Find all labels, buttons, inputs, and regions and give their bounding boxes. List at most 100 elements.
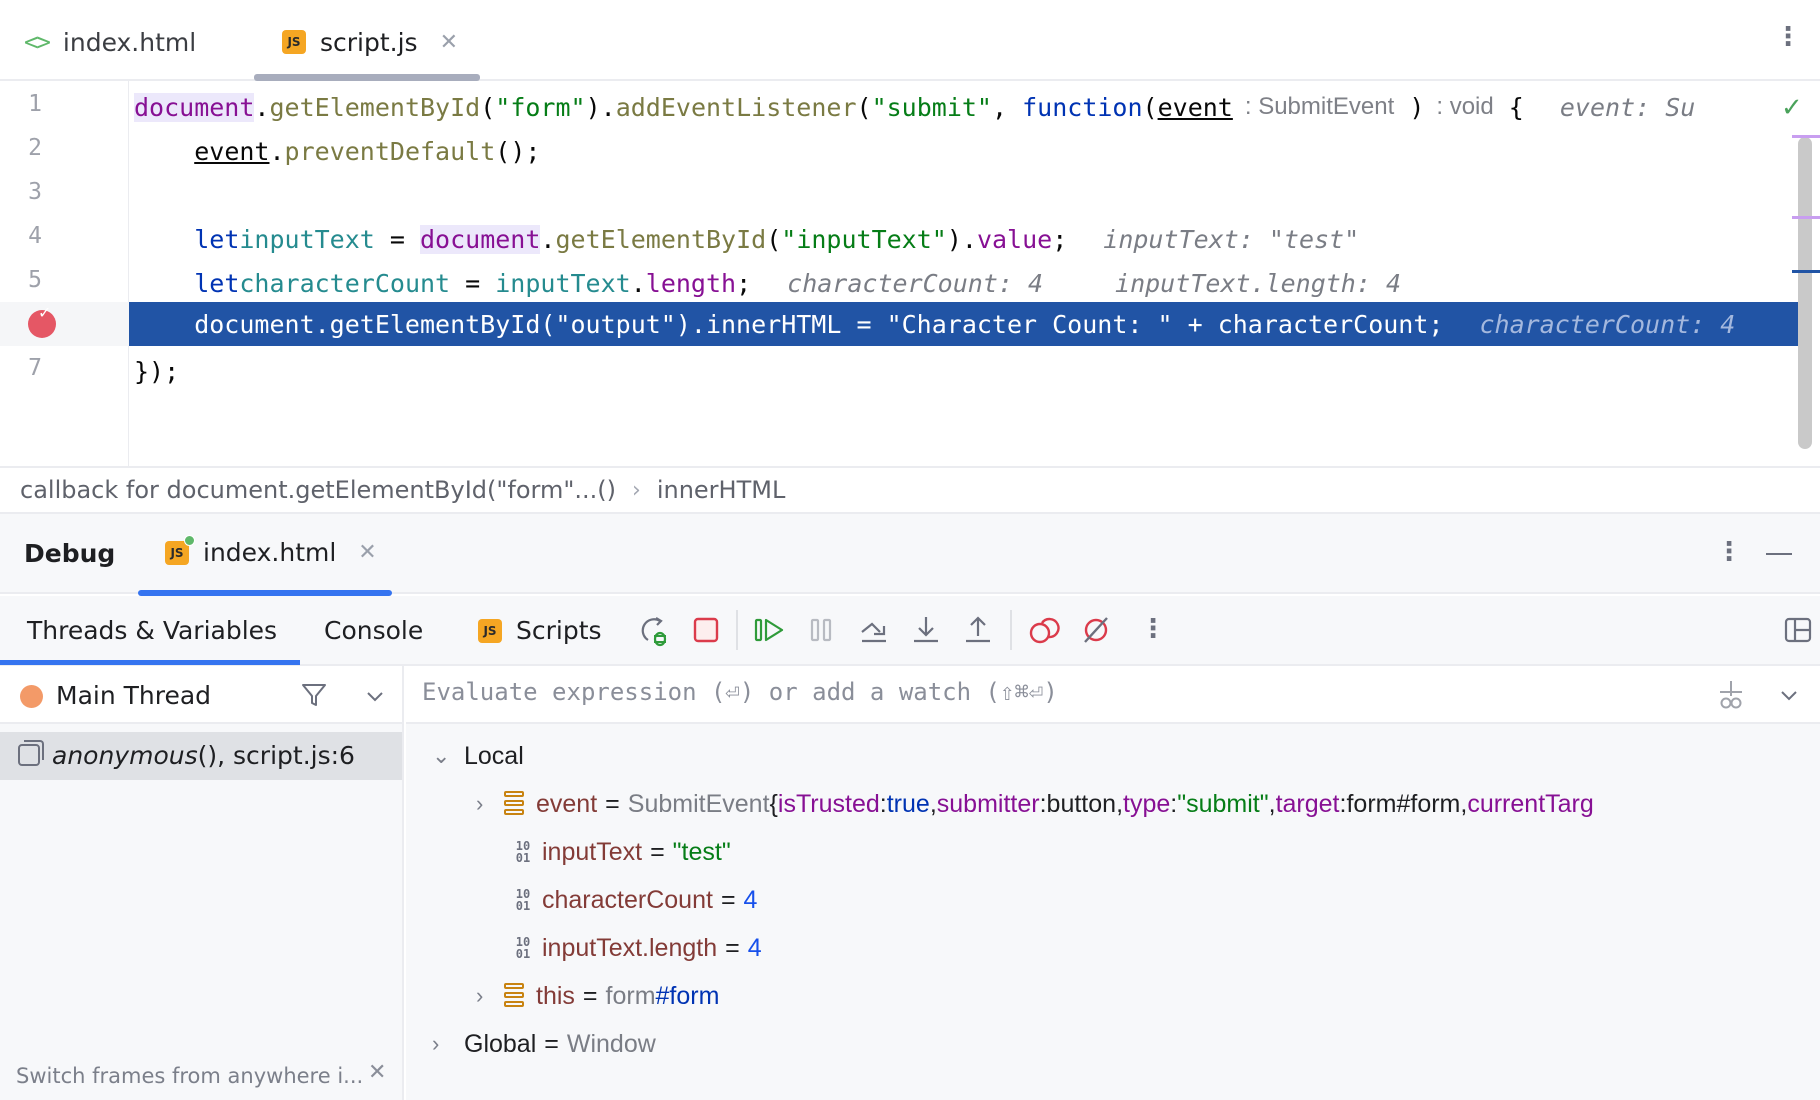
scroll-marker [1792,135,1820,138]
tab-index-html[interactable]: <> index.html [24,22,196,62]
stop-icon[interactable] [688,612,724,648]
primitive-icon: 10 01 [515,887,531,913]
tab-console[interactable]: Console [324,616,423,645]
object-icon [504,983,524,1009]
step-out-icon[interactable] [960,612,996,648]
editor-scrollbar[interactable] [1798,137,1812,449]
pause-icon[interactable] [804,612,840,648]
var-name: event [536,789,598,818]
token: , [992,92,1023,122]
editor-more-icon[interactable]: ⋮ [1775,24,1801,50]
scope-global[interactable]: › Global = Window [432,1024,656,1064]
token: . [269,136,285,166]
tab-threads-variables[interactable]: Threads & Variables [27,616,277,645]
token: ( [480,92,496,122]
frame-icon [18,740,44,766]
token: inputText [239,224,375,254]
filter-icon[interactable] [300,681,328,709]
tab-label: Console [324,616,424,645]
resume-icon[interactable] [752,612,788,648]
active-tab-indicator [0,660,300,665]
token: ; [1052,224,1068,254]
step-over-icon[interactable] [856,612,892,648]
variable-this[interactable]: › this = form #form [476,976,719,1016]
chevron-right-icon[interactable]: › [476,983,504,1009]
breadcrumb-item[interactable]: callback for document.getElementById("fo… [20,476,616,504]
variable-characterCount[interactable]: 10 01 characterCount = 4 [512,880,758,920]
var-name: inputText.length [542,933,718,962]
token: ( [1142,92,1158,122]
layout-icon[interactable] [1780,612,1816,648]
thread-selector[interactable]: Main Thread [0,666,402,724]
token: inputText [495,268,631,298]
rerun-debug-icon[interactable] [636,612,672,648]
token: addEventListener [615,92,857,122]
token: , [1268,789,1276,818]
token: "form" [495,92,586,122]
tab-script-js[interactable]: JS script.js ✕ [282,22,458,62]
debug-toolbar: Threads & Variables Console JS Scripts ⋮ [0,596,1820,666]
code-text: document.getElementById("output").innerH… [134,309,1444,339]
toolbar-more-icon[interactable]: ⋮ [1140,616,1166,642]
breadcrumb-item[interactable]: innerHTML [657,476,786,504]
chevron-right-icon[interactable]: › [432,1031,460,1057]
prop: target [1275,789,1340,818]
scope-local[interactable]: ⌄ Local [432,736,524,776]
chevron-down-icon[interactable] [364,685,386,707]
equals: = [544,1029,559,1058]
mute-breakpoints-icon[interactable] [1078,612,1114,648]
value: "submit" [1177,789,1269,818]
running-indicator [184,534,195,546]
js-file-icon: JS [478,618,502,643]
var-type: SubmitEvent [627,789,770,818]
evaluate-expression-input[interactable] [422,678,1622,706]
add-watch-icon[interactable] [1714,678,1748,712]
code-text: }); [134,356,180,386]
token: (); [495,136,541,166]
chevron-down-icon[interactable]: ⌄ [432,743,460,769]
debug-tool-window-header: Debug JS index.html ✕ ⋮ [0,514,1820,596]
tab-label: Scripts [516,616,602,645]
code-editor[interactable]: 1 2 3 4 5 ✓ 7 document. getElementById("f… [0,81,1820,466]
token: ). [585,92,616,122]
debug-more-icon[interactable]: ⋮ [1716,539,1742,565]
variable-event[interactable]: › event = SubmitEvent {isTrusted: true, … [476,784,1594,824]
no-problems-check-icon[interactable]: ✓ [1781,93,1803,123]
debug-session-tab[interactable]: JS index.html ✕ [165,534,377,567]
token: getElementById [555,224,767,254]
prop: isTrusted [777,789,880,818]
scroll-marker [1792,216,1820,219]
view-breakpoints-icon[interactable] [1026,612,1062,648]
token: event [194,136,270,166]
thread-status-icon [20,685,43,708]
token: : [1339,789,1347,818]
js-file-icon: JS [165,534,195,565]
minimize-icon[interactable] [1766,553,1792,555]
var-value: 4 [743,885,758,914]
token: { [769,789,778,818]
chevron-right-icon[interactable]: › [476,791,504,817]
var-value: "test" [672,837,731,866]
token: . [254,92,270,122]
token: value [976,224,1053,254]
var-name: characterCount [542,885,713,914]
token: . [540,224,556,254]
chevron-down-icon[interactable] [1778,684,1800,706]
primitive-icon: 10 01 [515,839,531,865]
code-line-5: let characterCount = inputText. length; c… [134,261,1401,305]
variable-inputText-length[interactable]: 10 01 inputText.length = 4 [512,928,762,968]
editor-tab-bar: <> index.html JS script.js ✕ ⋮ [0,0,1820,81]
token: : [879,789,887,818]
equals: = [725,933,740,962]
variable-inputText[interactable]: 10 01 inputText = "test" [512,832,731,872]
return-type-hint: : void [1436,93,1494,120]
close-hint-icon[interactable]: ✕ [368,1060,386,1085]
close-session-icon[interactable]: ✕ [358,540,376,565]
stack-frame[interactable]: anonymous(), script.js:6 [0,732,402,780]
value: true [886,789,930,818]
step-into-icon[interactable] [908,612,944,648]
tab-scripts[interactable]: JS Scripts [478,616,602,645]
close-tab-icon[interactable]: ✕ [440,30,458,55]
inline-value: characterCount: 4 [787,268,1044,298]
